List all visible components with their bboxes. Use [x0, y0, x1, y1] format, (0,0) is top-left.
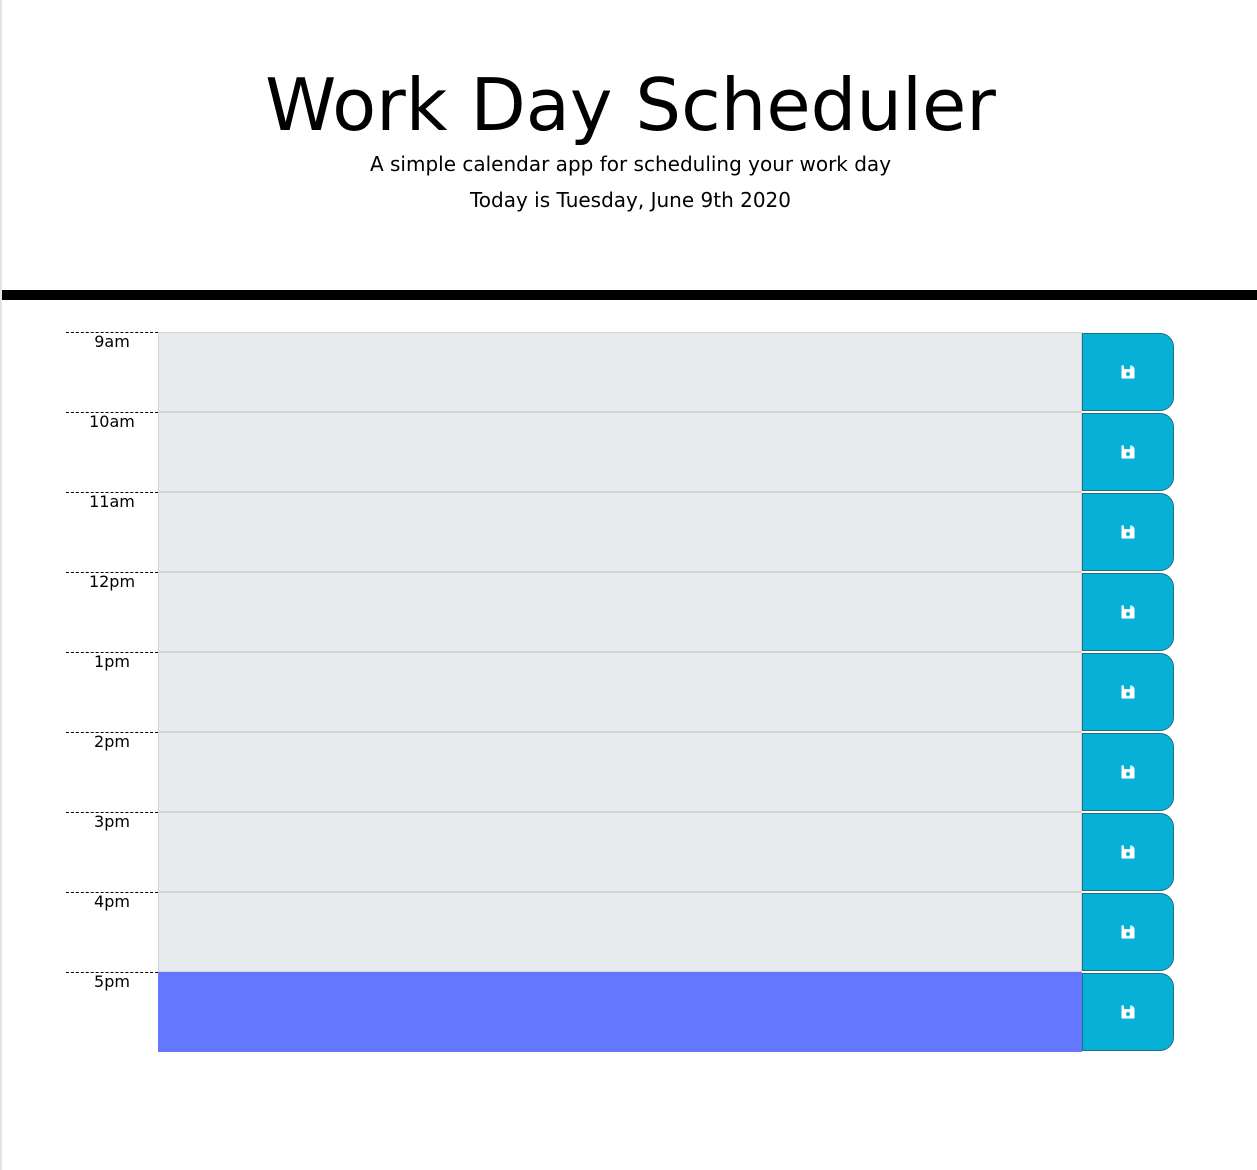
hour-text: 2pm — [94, 732, 130, 751]
event-description-input[interactable] — [158, 732, 1082, 812]
hour-label: 1pm — [66, 652, 158, 732]
floppy-disk-icon — [1120, 684, 1136, 700]
floppy-disk-icon — [1120, 364, 1136, 380]
event-description-input[interactable] — [158, 892, 1082, 972]
hour-label: 5pm — [66, 972, 158, 1052]
event-description-input[interactable] — [158, 972, 1082, 1052]
time-block-2pm: 2pm — [66, 732, 1176, 812]
hour-text: 1pm — [94, 652, 130, 671]
floppy-disk-icon — [1120, 844, 1136, 860]
save-button[interactable] — [1082, 973, 1174, 1051]
hour-text: 10am — [89, 412, 135, 431]
hour-label: 12pm — [66, 572, 158, 652]
time-block-9am: 9am — [66, 332, 1176, 412]
hour-text: 5pm — [94, 972, 130, 991]
event-description-input[interactable] — [158, 572, 1082, 652]
save-button[interactable] — [1082, 733, 1174, 811]
hour-label: 10am — [66, 412, 158, 492]
hour-label: 2pm — [66, 732, 158, 812]
floppy-disk-icon — [1120, 524, 1136, 540]
hour-text: 4pm — [94, 892, 130, 911]
hour-label: 11am — [66, 492, 158, 572]
hour-text: 3pm — [94, 812, 130, 831]
hour-label: 9am — [66, 332, 158, 412]
save-button[interactable] — [1082, 413, 1174, 491]
time-block-3pm: 3pm — [66, 812, 1176, 892]
page-title: Work Day Scheduler — [265, 63, 996, 147]
event-description-input[interactable] — [158, 332, 1082, 412]
save-button[interactable] — [1082, 493, 1174, 571]
time-block-11am: 11am — [66, 492, 1176, 572]
floppy-disk-icon — [1120, 924, 1136, 940]
floppy-disk-icon — [1120, 604, 1136, 620]
hour-label: 4pm — [66, 892, 158, 972]
time-block-4pm: 4pm — [66, 892, 1176, 972]
event-description-input[interactable] — [158, 412, 1082, 492]
save-button[interactable] — [1082, 813, 1174, 891]
floppy-disk-icon — [1120, 1004, 1136, 1020]
save-button[interactable] — [1082, 573, 1174, 651]
hour-text: 9am — [94, 332, 130, 351]
event-description-input[interactable] — [158, 652, 1082, 732]
save-button[interactable] — [1082, 893, 1174, 971]
save-button[interactable] — [1082, 333, 1174, 411]
page-subtitle: A simple calendar app for scheduling you… — [369, 152, 892, 176]
event-description-input[interactable] — [158, 812, 1082, 892]
save-button[interactable] — [1082, 653, 1174, 731]
event-description-input[interactable] — [158, 492, 1082, 572]
time-block-12pm: 12pm — [66, 572, 1176, 652]
page: Work Day Scheduler A simple calendar app… — [0, 0, 1257, 1170]
hour-text: 12pm — [88, 572, 136, 591]
schedule-container: 9am 10am 11am 12pm 1pm 2pm 3pm 4pm 5pm — [66, 332, 1176, 1052]
floppy-disk-icon — [1120, 444, 1136, 460]
hour-label: 3pm — [66, 812, 158, 892]
time-block-10am: 10am — [66, 412, 1176, 492]
hour-text: 11am — [89, 492, 135, 511]
current-day: Today is Tuesday, June 9th 2020 — [469, 188, 792, 212]
time-block-1pm: 1pm — [66, 652, 1176, 732]
time-block-5pm: 5pm — [66, 972, 1176, 1052]
header: Work Day Scheduler A simple calendar app… — [2, 0, 1257, 300]
floppy-disk-icon — [1120, 764, 1136, 780]
